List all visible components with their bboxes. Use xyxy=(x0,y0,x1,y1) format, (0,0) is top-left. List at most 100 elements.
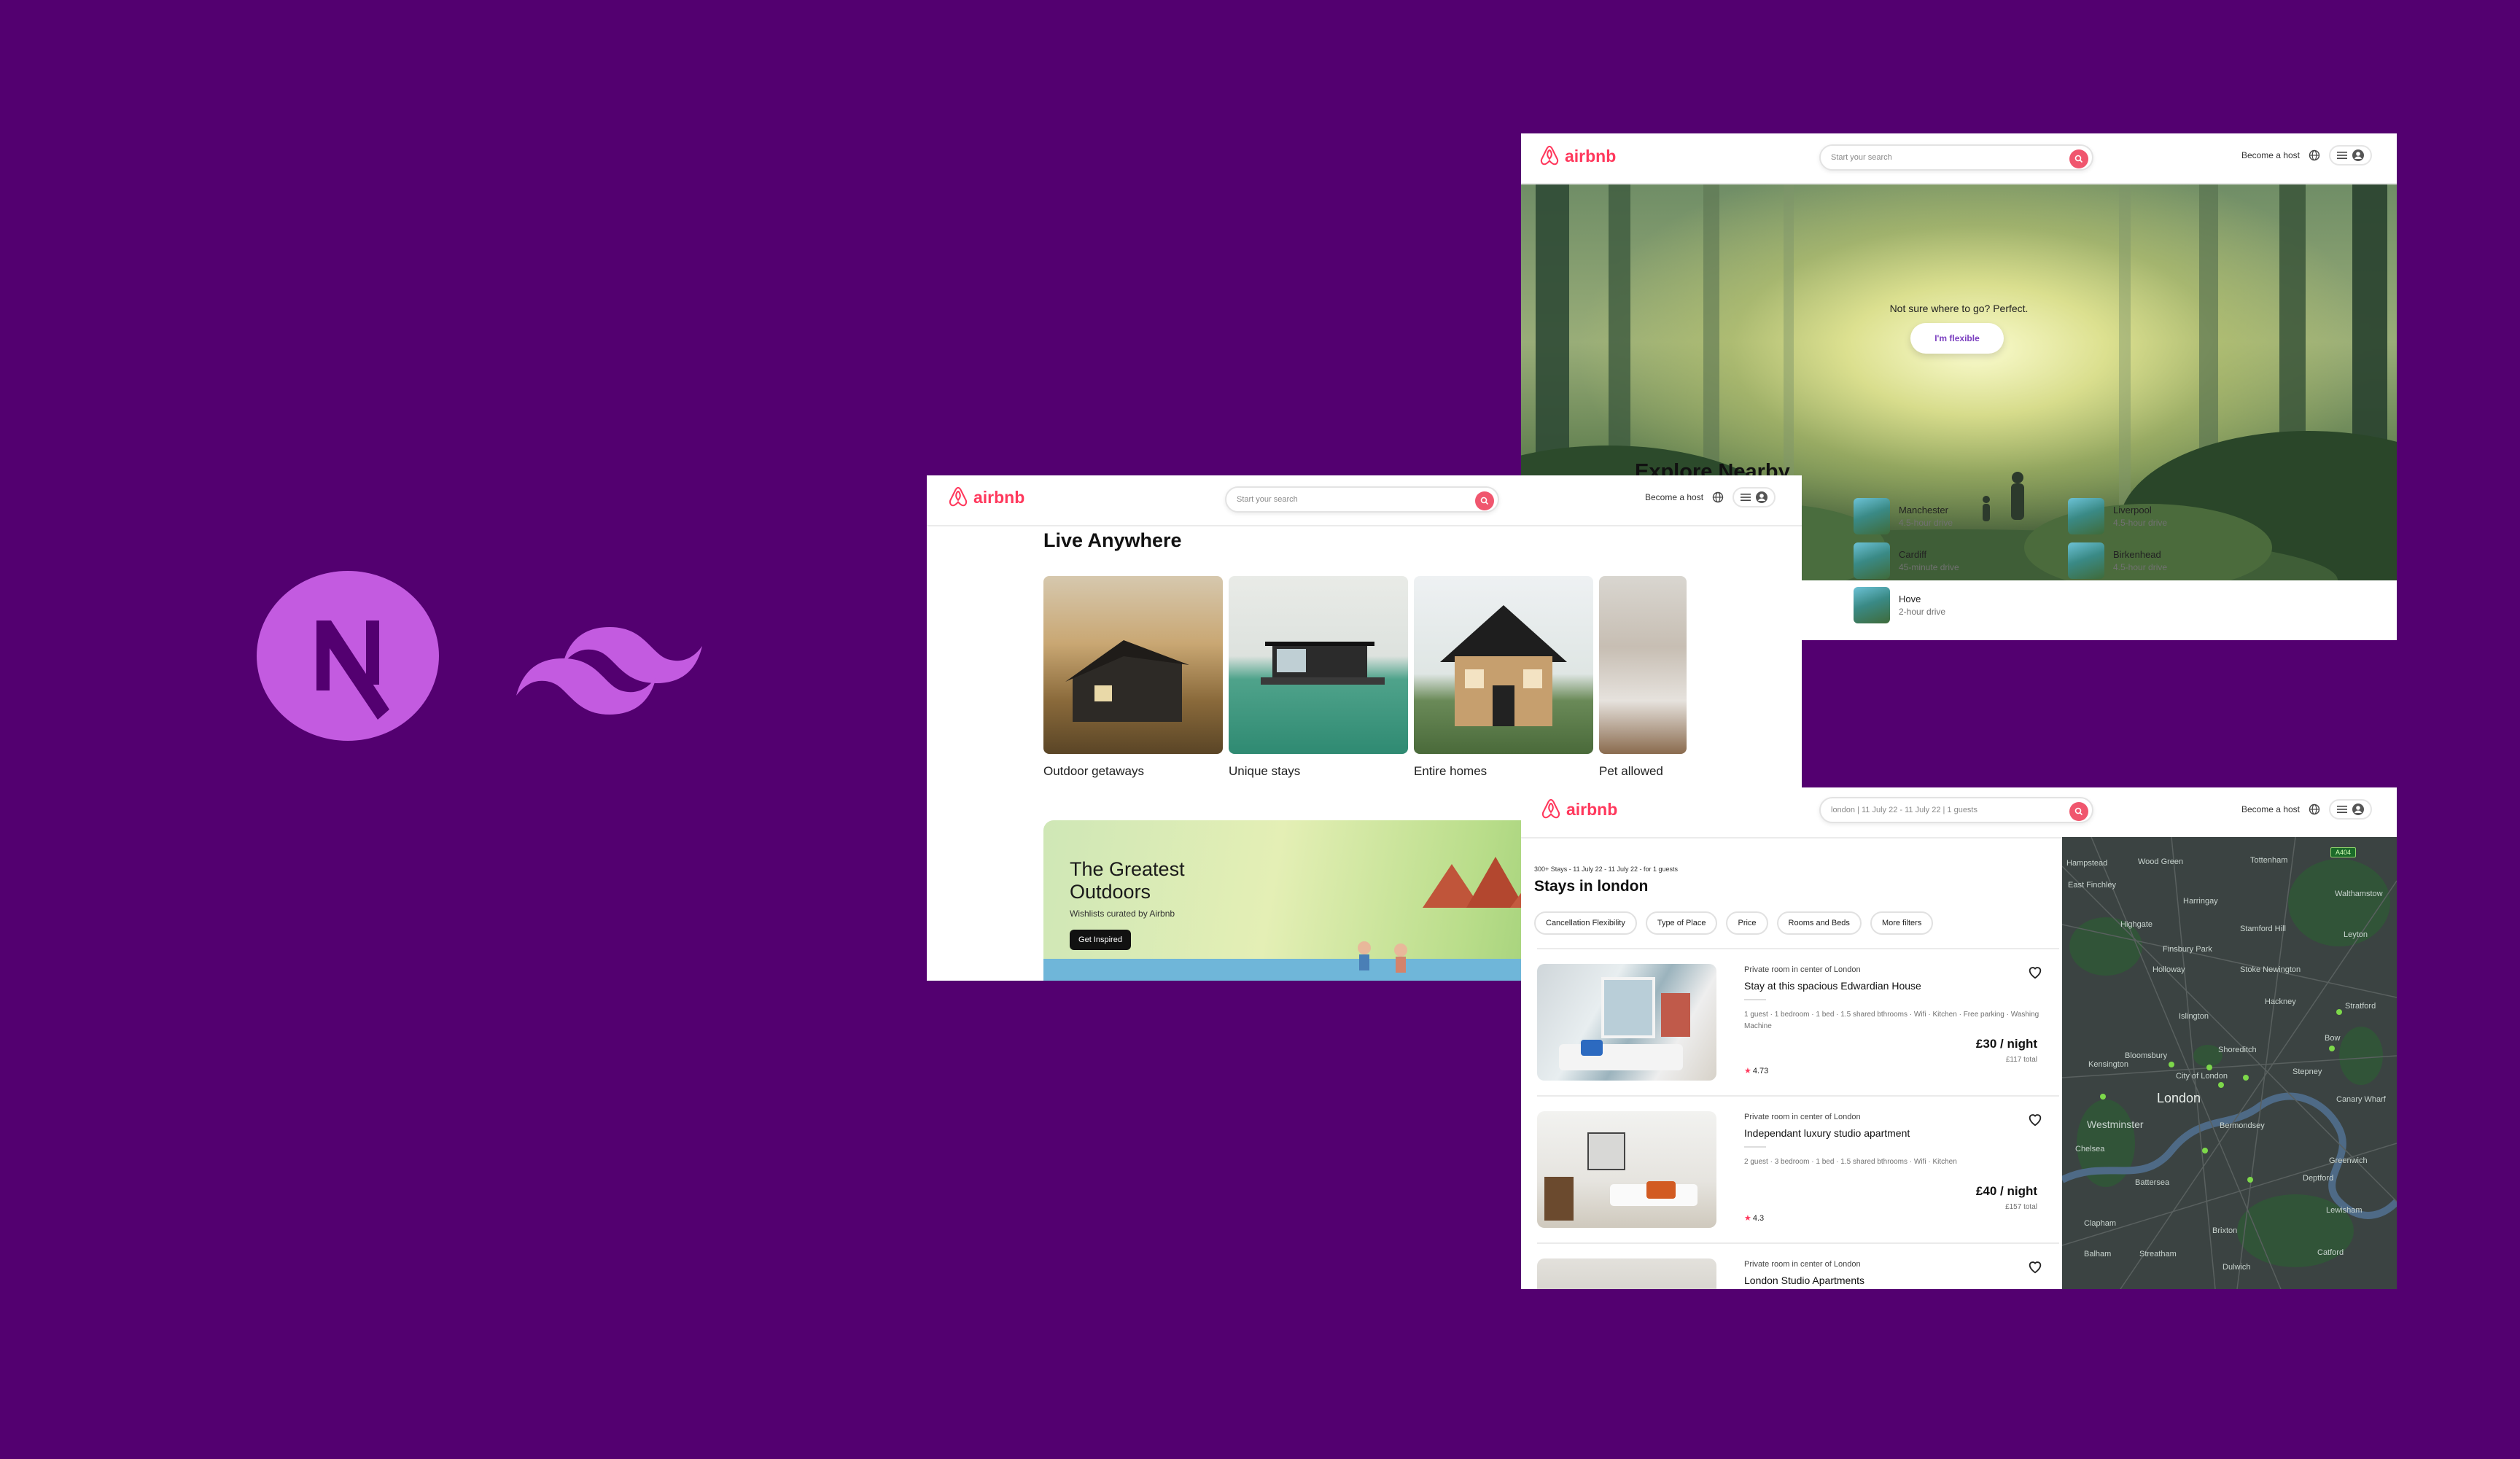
filter-bar: Cancellation Flexibility Type of Place P… xyxy=(1534,911,1934,935)
tailwind-logo-icon xyxy=(516,627,702,715)
search-icon xyxy=(1480,497,1489,505)
listing-type: Private room in center of London xyxy=(1744,1113,1861,1121)
listing-amenities: 1 guest · 1 bedroom · 1 bed · 1.5 shared… xyxy=(1744,1011,2039,1030)
header-right: Become a host xyxy=(2241,799,2372,820)
listing-rating: ★ 4.73 xyxy=(1744,1066,1768,1075)
search-button[interactable] xyxy=(2069,149,2088,168)
map-panel[interactable]: A404 London City of London Westminster I… xyxy=(2062,837,2397,1289)
filter-type-of-place[interactable]: Type of Place xyxy=(1645,911,1718,935)
hamburger-menu-icon xyxy=(2337,152,2347,159)
get-inspired-button[interactable]: Get Inspired xyxy=(1070,930,1131,950)
nearby-thumbnail xyxy=(2068,498,2104,534)
stays-meta: 300+ Stays - 11 July 22 - 11 July 22 - f… xyxy=(1534,865,1679,873)
user-menu-button[interactable] xyxy=(2329,145,2372,166)
nearby-item[interactable]: Manchester 4.5-hour drive xyxy=(1854,498,1953,534)
airbnb-logo-icon xyxy=(1541,798,1560,819)
globe-icon[interactable] xyxy=(1712,491,1724,503)
map-label: Chelsea xyxy=(2075,1145,2105,1153)
category-card[interactable]: Unique stays xyxy=(1229,576,1408,779)
filter-price[interactable]: Price xyxy=(1726,911,1768,935)
map-label: East Finchley xyxy=(2068,881,2117,890)
map-label: Stratford xyxy=(2345,1002,2376,1011)
search-results-window: airbnb london | 11 July 22 - 11 July 22 … xyxy=(1521,787,2397,1289)
user-avatar-icon xyxy=(2352,149,2364,161)
map-label: Shoreditch xyxy=(2218,1046,2257,1054)
nearby-thumbnail xyxy=(2068,542,2104,579)
filter-rooms-beds[interactable]: Rooms and Beds xyxy=(1776,911,1862,935)
stays-title: Stays in london xyxy=(1534,878,1649,895)
header-right: Become a host xyxy=(1645,487,1776,507)
map-label: Bloomsbury xyxy=(2125,1051,2168,1060)
map-label: Tottenham xyxy=(2250,856,2288,865)
filter-more[interactable]: More filters xyxy=(1870,911,1934,935)
user-menu-button[interactable] xyxy=(1732,487,1776,507)
listing-price: £30 / night xyxy=(1975,1037,2037,1051)
map-label: Leyton xyxy=(2344,930,2368,939)
im-flexible-button[interactable]: I'm flexible xyxy=(1910,323,2004,354)
nearby-drive: 4.5-hour drive xyxy=(1899,518,1953,528)
listing-image xyxy=(1537,1258,1716,1289)
filter-cancellation[interactable]: Cancellation Flexibility xyxy=(1534,911,1637,935)
map-label: Wood Green xyxy=(2138,857,2184,866)
nearby-item[interactable]: Liverpool 4.5-hour drive xyxy=(2068,498,2167,534)
search-bar[interactable]: london | 11 July 22 - 11 July 22 | 1 gue… xyxy=(1819,797,2093,823)
airbnb-logo[interactable]: airbnb xyxy=(1540,798,1617,821)
search-bar[interactable]: Start your search xyxy=(1225,486,1499,513)
search-button[interactable] xyxy=(1475,491,1494,510)
listing-price: £40 / night xyxy=(1975,1184,2037,1198)
category-card[interactable]: Outdoor getaways xyxy=(1043,576,1223,779)
nearby-thumbnail xyxy=(1854,498,1890,534)
nearby-item[interactable]: Hove 2-hour drive xyxy=(1854,587,1945,623)
category-card[interactable]: Pet allowed xyxy=(1599,576,1687,779)
outdoor-getaways-image xyxy=(1043,576,1223,754)
promo-subtitle: Wishlists curated by Airbnb xyxy=(1070,909,1175,919)
header-right: Become a host xyxy=(2241,145,2372,166)
map-label: Stepney xyxy=(2292,1067,2322,1076)
heart-icon[interactable] xyxy=(2027,1258,2043,1275)
map-label: Dulwich xyxy=(2222,1263,2251,1272)
search-button[interactable] xyxy=(2069,802,2088,821)
airbnb-logo-icon xyxy=(949,486,968,507)
category-card[interactable]: Entire homes xyxy=(1414,576,1593,779)
search-bar[interactable]: Start your search xyxy=(1819,144,2093,171)
brand-name: airbnb xyxy=(973,487,1025,507)
heart-icon[interactable] xyxy=(2027,1111,2043,1127)
map-label: Greenwich xyxy=(2329,1156,2368,1165)
airbnb-logo-icon xyxy=(1540,145,1559,166)
airbnb-logo[interactable]: airbnb xyxy=(947,486,1024,509)
map-label: Bow xyxy=(2325,1034,2341,1043)
listing-card[interactable]: Private room in center of London Indepen… xyxy=(1537,1095,2059,1242)
map-label-london: London xyxy=(2157,1091,2201,1105)
airbnb-logo[interactable]: airbnb xyxy=(1539,144,1616,168)
hamburger-menu-icon xyxy=(2337,806,2347,813)
become-host-link[interactable]: Become a host xyxy=(2241,150,2300,160)
nearby-item[interactable]: Cardiff 45-minute drive xyxy=(1854,542,1959,579)
globe-icon[interactable] xyxy=(2309,804,2320,815)
brand-name: airbnb xyxy=(1565,146,1617,166)
listing-image xyxy=(1537,1111,1716,1228)
nearby-item[interactable]: Birkenhead 4.5-hour drive xyxy=(2068,542,2167,579)
user-menu-button[interactable] xyxy=(2329,799,2372,820)
listing-title: Independant luxury studio apartment xyxy=(1744,1127,1910,1139)
nearby-name: Liverpool xyxy=(2113,505,2152,515)
become-host-link[interactable]: Become a host xyxy=(2241,804,2300,814)
map-label: Balham xyxy=(2084,1250,2112,1258)
listing-card[interactable]: Private room in center of London London … xyxy=(1537,1242,2059,1289)
heart-icon[interactable] xyxy=(2027,964,2043,980)
listing-amenities: 2 guest · 3 bedroom · 1 bed · 1.5 shared… xyxy=(1744,1158,1957,1166)
category-label: Unique stays xyxy=(1229,764,1301,778)
listing-card[interactable]: Private room in center of London Stay at… xyxy=(1537,948,2059,1095)
globe-icon[interactable] xyxy=(2309,149,2320,161)
listing-title: London Studio Apartments xyxy=(1744,1275,1865,1286)
nearby-thumbnail xyxy=(1854,587,1890,623)
map-label: Highgate xyxy=(2120,920,2153,929)
become-host-link[interactable]: Become a host xyxy=(1645,492,1703,502)
listing-total: £157 total xyxy=(2005,1203,2037,1211)
search-icon xyxy=(2074,155,2083,163)
user-avatar-icon xyxy=(2352,804,2364,815)
entire-homes-image xyxy=(1414,576,1593,754)
map-label: Islington xyxy=(2179,1012,2209,1021)
map-label: Brixton xyxy=(2212,1226,2238,1235)
live-anywhere-title: Live Anywhere xyxy=(1043,529,1182,551)
nearby-drive: 4.5-hour drive xyxy=(2113,562,2168,572)
